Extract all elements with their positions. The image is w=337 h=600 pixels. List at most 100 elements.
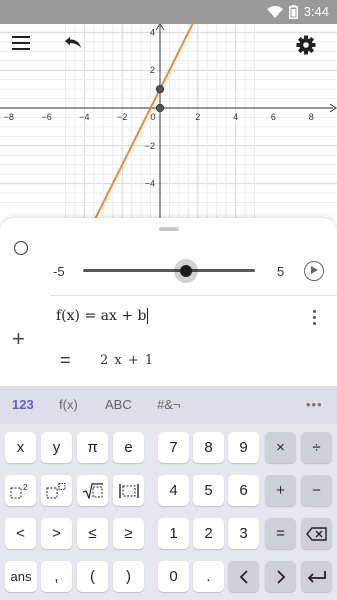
key-label: 0 [169,568,178,585]
key-close-paren[interactable]: ) [113,561,144,592]
key-divide[interactable]: ÷ [301,432,332,463]
cursor-left-icon [238,569,250,584]
slider-track[interactable] [83,269,255,272]
key-greater[interactable]: > [41,518,72,549]
key-less-equal[interactable]: ≤ [77,518,108,549]
key-label: ( [90,568,95,585]
key-9[interactable]: 9 [228,432,259,463]
settings-icon [296,35,316,55]
math-keyboard: 123 f(x) ABC #&¬ ••• x y π e 7 8 9 × ÷ 2 4 5 6 + − < > ≤ ≥… [0,386,337,600]
cursor-left-key[interactable] [228,561,259,592]
key-label: − [312,482,321,499]
svg-text:2: 2 [23,483,28,492]
key-label: × [276,439,285,456]
x-tick-label: 8 [309,112,314,122]
key-label: , [54,568,59,585]
key-y[interactable]: y [41,432,72,463]
key-x[interactable]: x [5,432,36,463]
x-tick-label: −6 [41,112,51,122]
undo-button[interactable] [63,36,93,66]
graph-canvas[interactable]: −8−6−4−20246842−2−4−6 [0,24,337,220]
algebra-panel[interactable]: -5 5 + f(x) = ax + b = 2 x + 1 [0,218,337,386]
key-label: π [87,439,98,456]
key-sqrt[interactable] [77,475,108,506]
graph-view[interactable]: −8−6−4−20246842−2−4−6 [0,24,337,220]
key-ans[interactable]: ans [5,561,37,592]
key-power[interactable] [41,475,72,506]
key-1[interactable]: 1 [158,518,189,549]
key-label: 9 [239,439,248,456]
x-tick-label: −8 [4,112,14,122]
menu-icon [12,36,30,50]
key-8[interactable]: 8 [193,432,224,463]
key-abs[interactable] [113,475,144,506]
key-2[interactable]: 2 [193,518,224,549]
key-minus[interactable]: − [301,475,332,506]
battery-icon [288,4,298,19]
key-equals[interactable]: = [265,518,296,549]
equals-sign: = [60,350,71,370]
key-5[interactable]: 5 [193,475,224,506]
x-tick-label: −4 [79,112,89,122]
key-3[interactable]: 3 [228,518,259,549]
tab-abc[interactable]: ABC [105,397,132,412]
key-plus[interactable]: + [265,475,296,506]
key-open-paren[interactable]: ( [77,561,108,592]
result-output: 2 x + 1 [100,353,155,368]
x-tick-label: 6 [271,112,276,122]
status-bar: 3:44 [0,0,337,24]
key-6[interactable]: 6 [228,475,259,506]
y-tick-label: 4 [150,27,155,37]
key-label: . [206,568,211,585]
menu-button[interactable] [12,36,42,66]
slider-max-label: 5 [277,264,285,279]
key-label: ÷ [312,439,321,456]
y-tick-label: 2 [150,65,155,75]
key-0[interactable]: 0 [158,561,189,592]
key-label: = [276,525,285,542]
cursor-right-key[interactable] [265,561,296,592]
play-icon[interactable] [304,261,324,281]
status-time: 3:44 [303,4,329,19]
key-less[interactable]: < [5,518,36,549]
enter-icon [306,569,328,585]
key-7[interactable]: 7 [158,432,189,463]
function-input-text: f(x) = ax + b [56,308,147,324]
more-vertical-icon[interactable] [308,308,320,328]
key-label: < [16,525,25,542]
key-pi[interactable]: π [77,432,108,463]
visibility-toggle[interactable] [14,241,28,255]
key-label: 6 [239,482,248,499]
keyboard-more-icon[interactable]: ••• [306,397,323,412]
add-item-icon[interactable]: + [12,328,25,350]
key-label: 5 [204,482,213,499]
x-tick-label: −2 [117,112,127,122]
key-power-icon [46,482,68,499]
key-4[interactable]: 4 [158,475,189,506]
key-square-icon: 2 [10,483,32,499]
settings-button[interactable] [296,35,326,65]
tab-symbols[interactable]: #&¬ [157,397,181,412]
key-sqrt-icon [82,482,104,499]
key-label: 7 [169,439,178,456]
tab-functions[interactable]: f(x) [59,397,78,412]
key-multiply[interactable]: × [265,432,296,463]
key-square[interactable]: 2 [5,475,36,506]
key-label: ≤ [88,525,97,542]
function-input[interactable]: f(x) = ax + b [56,308,149,324]
y-tick-label: −4 [145,179,155,189]
key-decimal[interactable]: . [193,561,224,592]
key-comma[interactable]: , [41,561,72,592]
wifi-icon [266,5,283,18]
enter-key[interactable] [301,561,332,592]
key-label: ≥ [124,525,133,542]
backspace-key[interactable] [301,518,332,549]
key-greater-equal[interactable]: ≥ [113,518,144,549]
key-e[interactable]: e [113,432,144,463]
tab-123[interactable]: 123 [12,397,34,412]
drag-handle[interactable] [159,227,179,231]
key-label: y [52,439,61,456]
key-label: 4 [169,482,178,499]
graph-point [155,103,165,113]
y-tick-label: −2 [145,141,155,151]
